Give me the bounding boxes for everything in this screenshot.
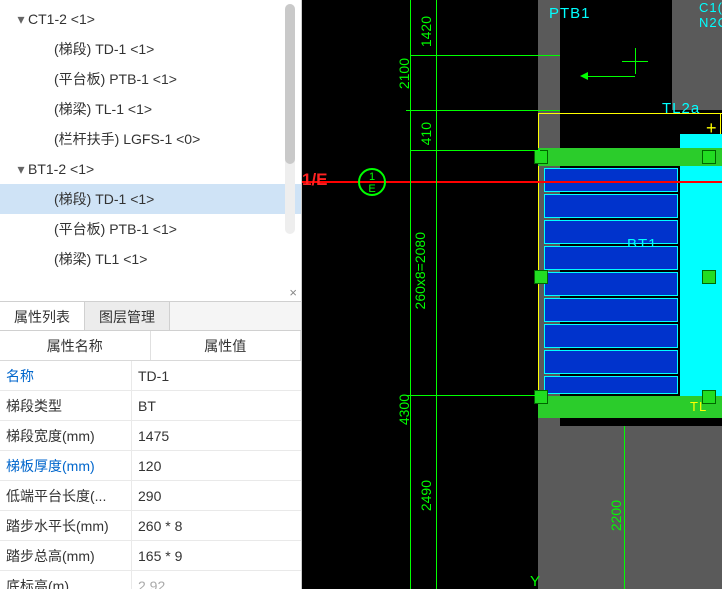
grip-handle[interactable]: [534, 150, 548, 164]
ext-line: [410, 55, 560, 56]
slab-lower: [538, 426, 722, 589]
prop-row-low-plat[interactable]: 低端平台长度(...290: [0, 481, 301, 511]
tree-item-bt1-2[interactable]: ▾BT1-2 <1>: [0, 154, 301, 184]
prop-row-name[interactable]: 名称TD-1: [0, 361, 301, 391]
dim-410: 410: [418, 122, 434, 145]
left-pane: ▾CT1-2 <1> (梯段) TD-1 <1> (平台板) PTB-1 <1>…: [0, 0, 302, 589]
tread: [544, 220, 678, 244]
tab-layers[interactable]: 图层管理: [85, 302, 170, 330]
tread: [544, 246, 678, 270]
tree-item-lgfs-1[interactable]: (栏杆扶手) LGFS-1 <0>: [0, 124, 301, 154]
tree-item-td-1[interactable]: (梯段) TD-1 <1>: [0, 34, 301, 64]
tread: [544, 376, 678, 394]
header-value: 属性值: [151, 331, 302, 360]
dim-1420: 1420: [418, 16, 434, 47]
grip-handle[interactable]: [702, 270, 716, 284]
tread: [544, 272, 678, 296]
dim-260x8: 260x8=2080: [412, 232, 428, 309]
grip-handle[interactable]: [702, 150, 716, 164]
close-icon[interactable]: ×: [289, 285, 297, 300]
tree-item-ct1-2[interactable]: ▾CT1-2 <1>: [0, 4, 301, 34]
app-root: ▾CT1-2 <1> (梯段) TD-1 <1> (平台板) PTB-1 <1>…: [0, 0, 722, 589]
fill-top: [538, 148, 722, 166]
label-ptb1: PTB1: [549, 5, 591, 22]
property-tabs: 属性列表 图层管理: [0, 301, 301, 331]
tread: [544, 350, 678, 374]
tree-item-ptb-1-b[interactable]: (平台板) PTB-1 <1>: [0, 214, 301, 244]
axis-y-label: Y: [530, 573, 541, 589]
tab-properties[interactable]: 属性列表: [0, 302, 85, 330]
prop-row-width[interactable]: 梯段宽度(mm)1475: [0, 421, 301, 451]
pane-splitter[interactable]: ×: [0, 285, 301, 301]
header-name: 属性名称: [0, 331, 151, 360]
axis-bubble: 1 E: [358, 168, 386, 196]
dim-2490: 2490: [418, 480, 434, 511]
ext-line: [410, 395, 540, 396]
plus-icon: +: [706, 118, 718, 139]
prop-row-tread-h[interactable]: 踏步总高(mm)165 * 9: [0, 541, 301, 571]
arrow-left-icon: [580, 72, 588, 80]
axis-tag: 1/E: [302, 170, 328, 190]
dim-chain-3: [624, 426, 625, 589]
tree-item-tl1[interactable]: (梯梁) TL1 <1>: [0, 244, 301, 274]
prop-row-type[interactable]: 梯段类型BT: [0, 391, 301, 421]
tread: [544, 194, 678, 218]
tread: [544, 324, 678, 348]
property-rows: 名称TD-1 梯段类型BT 梯段宽度(mm)1475 梯板厚度(mm)120 低…: [0, 361, 301, 589]
prop-row-base-elev[interactable]: 底标高(m)2.92: [0, 571, 301, 589]
north-arrow-underline: [585, 76, 635, 77]
tree-item-ptb-1[interactable]: (平台板) PTB-1 <1>: [0, 64, 301, 94]
ext-line: [410, 110, 560, 111]
dim-2200: 2200: [608, 500, 624, 531]
dim-2100: 2100: [396, 58, 412, 89]
component-tree[interactable]: ▾CT1-2 <1> (梯段) TD-1 <1> (平台板) PTB-1 <1>…: [0, 0, 301, 285]
north-arrow-h: [622, 61, 648, 62]
tree-scroll-thumb[interactable]: [285, 4, 295, 164]
prop-row-tread-len[interactable]: 踏步水平长(mm)260 * 8: [0, 511, 301, 541]
tread: [544, 298, 678, 322]
property-header: 属性名称 属性值: [0, 331, 301, 361]
dim-chain-2: [436, 0, 437, 589]
grip-handle[interactable]: [534, 270, 548, 284]
tree-scrollbar[interactable]: [285, 4, 295, 234]
tread: [544, 168, 678, 192]
label-topright: C1( N2C: [699, 0, 722, 30]
tree-item-td-1-selected[interactable]: (梯段) TD-1 <1>: [0, 184, 301, 214]
tree-item-tl-1[interactable]: (梯梁) TL-1 <1>: [0, 94, 301, 124]
ext-line: [410, 150, 540, 151]
chevron-down-icon: ▾: [14, 154, 28, 184]
prop-row-thickness[interactable]: 梯板厚度(mm)120: [0, 451, 301, 481]
grip-handle[interactable]: [534, 390, 548, 404]
label-tl2a: TL2a: [662, 100, 700, 117]
dim-4300: 4300: [396, 394, 412, 425]
chevron-down-icon: ▾: [14, 4, 28, 34]
cad-viewport[interactable]: PTB1 TL2a C1( N2C + TL BT1: [302, 0, 722, 589]
outline-top-h: [538, 113, 722, 114]
grip-handle[interactable]: [702, 390, 716, 404]
